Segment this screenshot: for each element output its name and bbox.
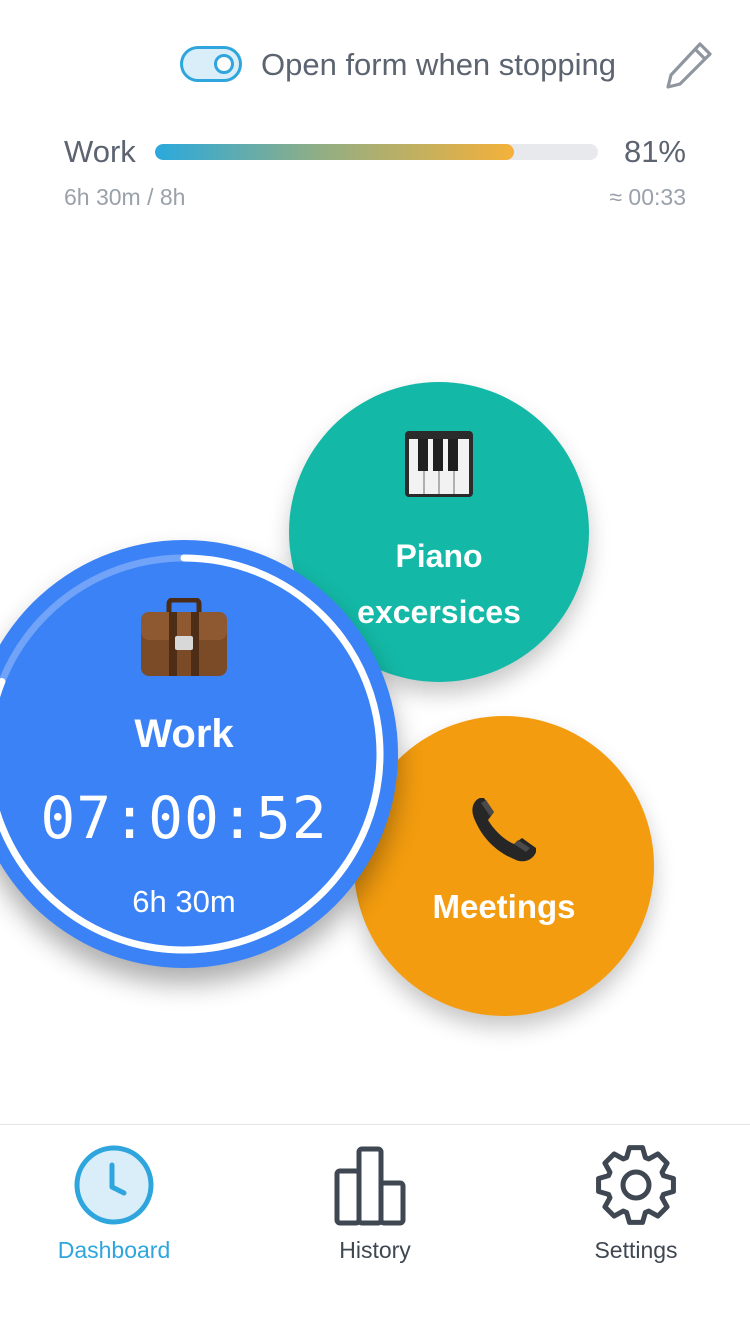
goal-progress-fill	[155, 144, 514, 160]
nav-history-label: History	[339, 1237, 411, 1263]
activity-name: Meetings	[432, 888, 576, 925]
activity-name: Work	[134, 712, 234, 756]
open-form-toggle[interactable]	[180, 46, 242, 82]
pencil-icon	[666, 42, 712, 89]
goal-remaining-time: ≈ 00:33	[609, 184, 686, 210]
nav-history[interactable]: History	[275, 1143, 475, 1293]
edit-button[interactable]	[660, 38, 716, 94]
activity-bubble-meetings[interactable]: Meetings	[354, 716, 654, 1016]
nav-settings-label: Settings	[594, 1237, 678, 1263]
activity-bubble-work[interactable]: Work 07:00:52 6h 30m	[0, 540, 398, 968]
telephone-icon	[354, 790, 654, 870]
briefcase-icon	[0, 598, 398, 682]
piano-icon	[289, 430, 589, 502]
gear-icon	[596, 1145, 676, 1225]
nav-dashboard-label: Dashboard	[57, 1237, 171, 1263]
bottom-navigation: Dashboard History Settings	[0, 1124, 750, 1335]
clock-icon	[74, 1145, 154, 1225]
goal-activity-name: Work	[64, 134, 136, 169]
goal-tracked-time: 6h 30m / 8h	[64, 184, 186, 210]
nav-dashboard[interactable]: Dashboard	[14, 1143, 214, 1293]
activity-name-line1: Piano	[395, 538, 483, 574]
nav-settings[interactable]: Settings	[536, 1143, 736, 1293]
bar-chart-icon	[334, 1146, 406, 1226]
goal-progress-percent: 81%	[623, 134, 686, 169]
activity-timer: 07:00:52	[40, 784, 328, 852]
open-form-toggle-label[interactable]: Open form when stopping	[261, 47, 616, 83]
toggle-knob	[214, 54, 234, 74]
top-bar: Open form when stopping	[0, 38, 750, 94]
activity-duration: 6h 30m	[132, 884, 236, 919]
daily-goal-progress: Work 81% 6h 30m / 8h ≈ 00:33	[64, 132, 686, 222]
goal-progress-bar	[155, 144, 598, 160]
